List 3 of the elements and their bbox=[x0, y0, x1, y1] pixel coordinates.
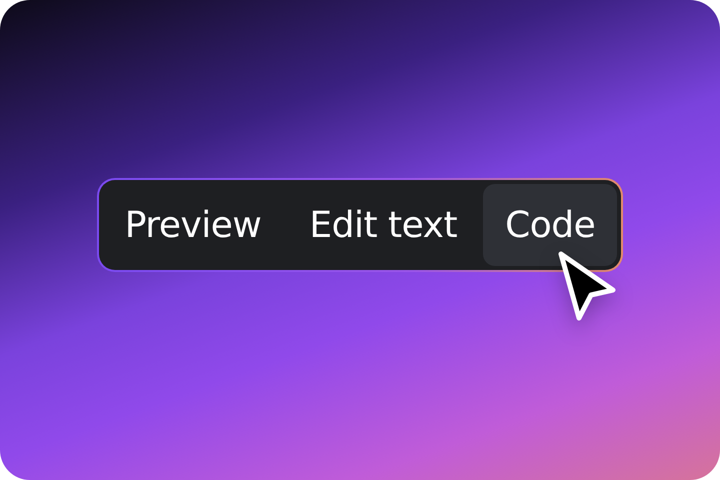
tab[interactable]: Preview bbox=[102, 184, 284, 266]
tab[interactable]: Code bbox=[483, 184, 618, 266]
tab[interactable]: Edit text bbox=[287, 184, 480, 266]
